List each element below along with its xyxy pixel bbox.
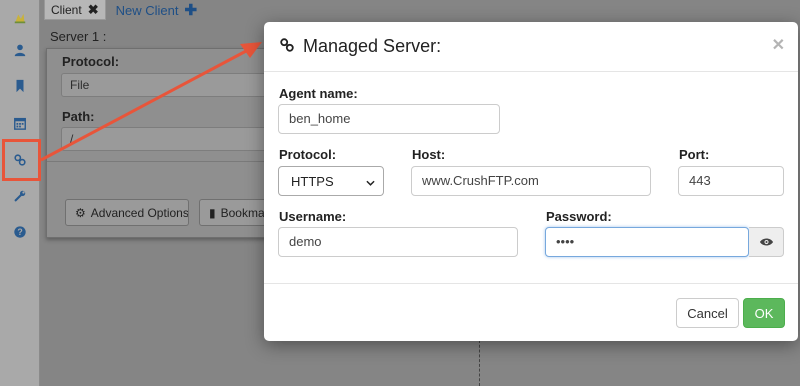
path-label: Path: [62,109,95,124]
dialog-footer: Cancel OK [264,283,798,341]
calendar-icon[interactable] [0,105,40,141]
host-label: Host: [412,147,446,162]
protocol-label: Protocol: [62,54,120,69]
port-label: Port: [679,147,710,162]
user-icon[interactable] [0,32,40,68]
chevron-down-icon [366,174,375,189]
annotation-highlight [2,139,41,181]
protocol-select[interactable]: File [61,73,287,97]
managed-server-dialog: Managed Server: ✕ Agent name: ben_home P… [264,22,798,341]
username-input[interactable]: demo [278,227,518,257]
dialog-header: Managed Server: [264,22,798,72]
show-password-button[interactable] [749,227,784,257]
tab-client[interactable]: Client ✖ [44,0,106,20]
bookmark-icon[interactable] [0,68,40,104]
host-input[interactable]: www.CrushFTP.com [411,166,651,196]
agent-name-input[interactable]: ben_home [278,104,500,134]
bookmark-button-label: Bookma [220,205,265,220]
tab-new-client[interactable]: New Client ✚ [116,1,197,19]
protocol-select-value: HTTPS [291,173,334,189]
protocol-label: Protocol: [279,147,337,162]
tab-bar: Client ✖ New Client ✚ [44,0,197,20]
close-icon[interactable]: ✕ [772,35,785,55]
connection-panel: Protocol: File Path: / ⚙ Advanced Option… [46,48,287,238]
link-icon [279,37,295,56]
svg-text:?: ? [17,227,22,237]
bookmark-icon: ▮ [209,205,216,220]
eye-icon [759,235,774,250]
logo-icon[interactable] [0,0,40,36]
gears-icon: ⚙ [75,205,86,220]
plus-icon: ✚ [184,2,198,19]
sidebar: ? [0,0,40,386]
close-icon[interactable]: ✖ [88,2,99,18]
advanced-options-label: Advanced Options [90,205,189,220]
ok-button[interactable]: OK [743,298,785,328]
divider [47,161,285,162]
password-input[interactable]: •••• [545,227,749,257]
tab-client-label: Client [51,2,82,17]
dialog-title: Managed Server: [303,36,442,56]
agent-name-label: Agent name: [279,86,358,101]
question-icon[interactable]: ? [0,214,40,250]
tab-new-client-label: New Client [115,2,179,18]
server-label: Server 1 : [50,29,107,44]
username-label: Username: [279,209,347,224]
wrench-icon[interactable] [0,178,40,214]
bookmark-button[interactable]: ▮ Bookma [199,199,269,226]
port-input[interactable]: 443 [678,166,784,196]
divider-line [479,340,480,386]
cancel-button[interactable]: Cancel [676,298,739,328]
protocol-select[interactable]: HTTPS [278,166,384,196]
advanced-options-button[interactable]: ⚙ Advanced Options [65,199,189,226]
password-label: Password: [546,209,612,224]
path-input[interactable]: / [61,127,287,151]
